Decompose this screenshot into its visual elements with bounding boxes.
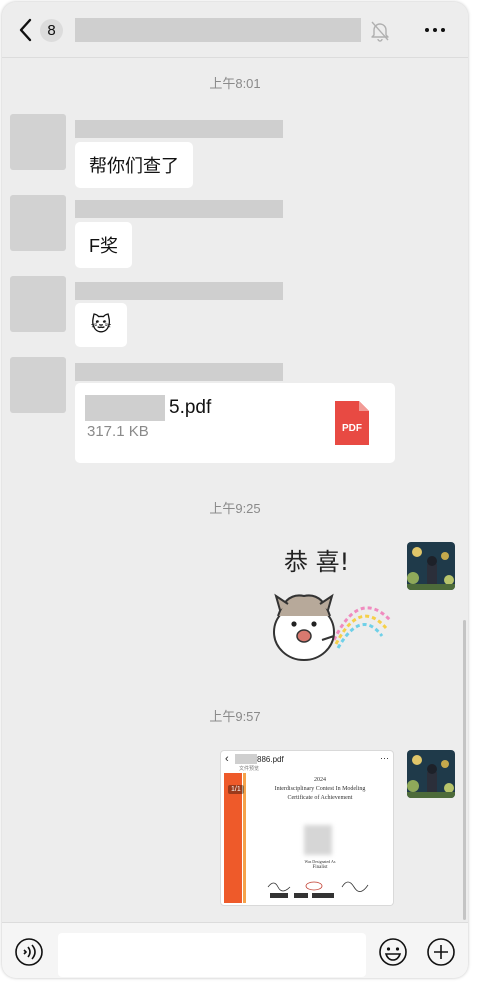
- pdf-icon: PDF: [335, 401, 369, 445]
- file-name-redacted: [85, 395, 165, 421]
- message-input[interactable]: [58, 933, 366, 977]
- sender-name-redacted: [75, 120, 283, 138]
- timestamp: 上午8:01: [209, 76, 261, 91]
- avatar-redacted[interactable]: [10, 114, 66, 170]
- timestamp: 上午9:57: [209, 709, 261, 724]
- preview-more-icon: ···: [380, 753, 389, 763]
- dog-emoji: 🐱: [90, 314, 112, 336]
- avatar-redacted[interactable]: [10, 357, 66, 413]
- avatar-redacted[interactable]: [10, 195, 66, 251]
- back-icon[interactable]: [16, 16, 36, 44]
- sender-name-redacted: [75, 282, 283, 300]
- pdf-icon-label: PDF: [342, 423, 362, 434]
- cert-award: Finalist: [312, 865, 328, 870]
- message-bubble[interactable]: 帮你们查了: [75, 142, 193, 188]
- message-bubble[interactable]: F奖: [75, 222, 132, 268]
- emoji-icon[interactable]: [378, 937, 408, 967]
- pdf-preview-image[interactable]: ‹ 886.pdf 文件预览 ··· 1/1 2024 Interdiscipl…: [220, 750, 394, 906]
- message-bubble[interactable]: 🐱: [75, 303, 127, 347]
- input-bar: [2, 922, 468, 978]
- message-text: 帮你们查了: [89, 156, 179, 176]
- avatar-illustration: [407, 750, 455, 798]
- sticker-caption: 恭 喜!: [284, 548, 349, 576]
- my-avatar[interactable]: [407, 750, 455, 798]
- preview-back-icon: ‹: [225, 753, 229, 765]
- preview-subtitle: 文件预览: [239, 766, 260, 772]
- more-icon[interactable]: [422, 22, 448, 38]
- cert-names-redacted: [304, 825, 332, 855]
- sender-name-redacted: [75, 200, 283, 218]
- mute-icon: [371, 21, 389, 42]
- chat-window: 8 上午8:01 帮你们查了 F奖 🐱 5.pdf 317.1 KB PDF 上…: [2, 2, 468, 978]
- certificate: 1/1 2024 Interdisciplinary Contest In Mo…: [224, 773, 392, 905]
- scrollbar[interactable]: [463, 620, 466, 920]
- sender-name-redacted: [75, 363, 283, 381]
- cert-contest: Interdisciplinary Contest In Modeling: [274, 786, 366, 792]
- cert-year: 2024: [314, 777, 326, 783]
- chat-header: 8: [2, 2, 468, 58]
- file-message-card[interactable]: 5.pdf 317.1 KB PDF: [75, 383, 395, 463]
- signatures: [267, 881, 369, 898]
- voice-icon[interactable]: [14, 937, 44, 967]
- plus-icon[interactable]: [426, 937, 456, 967]
- page-indicator: 1/1: [228, 785, 244, 794]
- unread-badge[interactable]: 8: [40, 19, 63, 42]
- chat-title-redacted: [75, 18, 361, 42]
- message-text: F奖: [89, 236, 118, 256]
- preview-topbar: ‹ 886.pdf 文件预览 ···: [221, 751, 393, 772]
- preview-file-name: 886.pdf: [257, 755, 284, 764]
- cert-designated: Was Designated As: [304, 859, 336, 864]
- file-size: 317.1 KB: [87, 423, 149, 440]
- preview-name-redacted: [235, 754, 257, 764]
- avatar-illustration: [407, 542, 455, 590]
- congrats-sticker[interactable]: 恭 喜!: [264, 540, 398, 670]
- hamster-icon: [273, 593, 335, 661]
- cert-title: Certificate of Achievement: [287, 795, 353, 801]
- my-avatar[interactable]: [407, 542, 455, 590]
- rainbow-icon: [332, 606, 392, 649]
- timestamp: 上午9:25: [209, 501, 261, 516]
- avatar-redacted[interactable]: [10, 276, 66, 332]
